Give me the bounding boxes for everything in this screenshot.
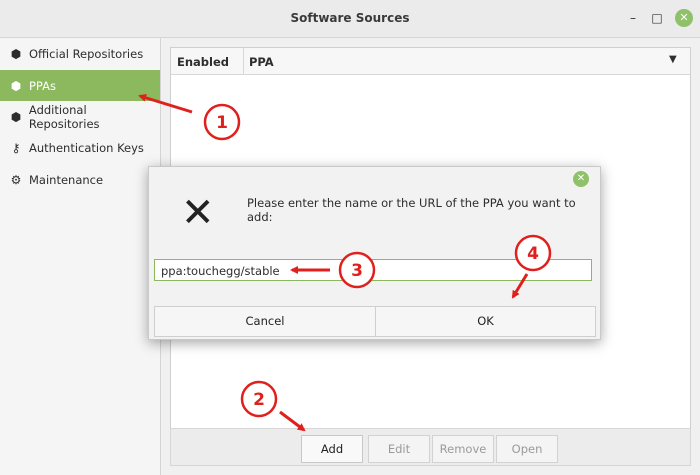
annotation-arrow-2 bbox=[279, 410, 306, 432]
annotation-overlay: 1 2 3 4 bbox=[138, 93, 552, 432]
annotation-badge-4: 4 bbox=[514, 234, 552, 272]
annotation-badge-2: 2 bbox=[240, 380, 278, 418]
annotation-arrow-1 bbox=[138, 93, 193, 114]
annotation-number-1: 1 bbox=[216, 113, 228, 133]
annotation-number-4: 4 bbox=[527, 244, 539, 264]
annotation-badge-1: 1 bbox=[203, 103, 241, 141]
annotation-number-2: 2 bbox=[253, 390, 265, 410]
annotation-arrow-4 bbox=[511, 273, 529, 299]
annotation-number-3: 3 bbox=[351, 261, 363, 281]
annotation-badge-3: 3 bbox=[338, 251, 376, 289]
